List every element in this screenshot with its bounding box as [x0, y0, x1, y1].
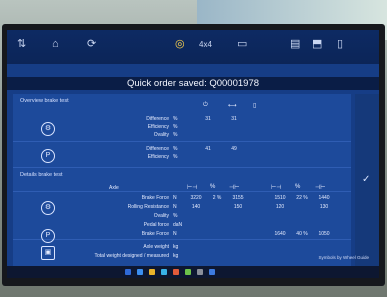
overview-value-1a: 31 [205, 116, 211, 122]
refresh-icon[interactable]: ⟳ [87, 38, 96, 50]
axle-rear-icon: ⊣⊢ [229, 185, 240, 191]
app-icon[interactable] [173, 269, 179, 275]
footer-note: Symbols by Wheel Guide [318, 255, 369, 260]
details-unit-6: kg [173, 244, 179, 250]
separator [13, 239, 351, 240]
details-cell: 120 [275, 204, 285, 210]
details-label-pedal-force: Pedal force [143, 222, 169, 228]
top-toolbar: ⇅ ⌂ ⟳ ◎ 4x4 ▭ ▤ ⬒ ▯ [7, 30, 379, 64]
overview-title: Overview brake test [20, 98, 69, 104]
details-unit-4: daN [173, 222, 183, 228]
app-icon[interactable] [185, 269, 191, 275]
folder-icon[interactable] [149, 269, 155, 275]
speed-icon: ⏻ [203, 102, 208, 108]
export-icon[interactable]: ⬒ [312, 38, 322, 50]
browser-icon[interactable] [161, 269, 167, 275]
battery-icon: ▯ [253, 103, 257, 109]
details-cell: 1510 [274, 195, 286, 201]
banner-message: Quick order saved: Q00001978 [126, 78, 260, 89]
details-label-ovality: Ovality [153, 213, 169, 219]
overview-label-difference-1: Difference [146, 116, 169, 122]
details-cell: 130 [319, 204, 329, 210]
axle2-rear-icon: ⊣⊢ [315, 185, 326, 191]
overview-unit-5: % [173, 154, 178, 160]
check-icon[interactable]: ✓ [362, 174, 370, 185]
details-cell: 1640 [274, 231, 286, 237]
wheel-slider-icon: ⟷ [228, 103, 237, 109]
overview-unit-3: % [173, 132, 178, 138]
overview-value-4b: 49 [231, 146, 237, 152]
status-banner: Quick order saved: Q00001978 [7, 77, 379, 90]
details-cell: 3155 [232, 195, 244, 201]
parking-brake-detail-icon: P [41, 229, 55, 243]
monitor-screen: ⇅ ⌂ ⟳ ◎ 4x4 ▭ ▤ ⬒ ▯ Quick order saved: Q… [7, 30, 379, 278]
start-icon[interactable] [125, 269, 131, 275]
mode-4x4-label[interactable]: 4x4 [199, 39, 212, 51]
overview-unit-2: % [173, 124, 178, 130]
brake-disc-icon: ⚙ [41, 122, 55, 136]
details-unit-1: N [173, 195, 177, 201]
details-cell: 140 [191, 204, 201, 210]
parking-brake-icon: P [41, 149, 55, 163]
separator [13, 191, 351, 192]
car-lift-icon[interactable]: ⌂ [52, 38, 59, 50]
details-label-brake-force: Brake Force [141, 195, 169, 201]
app-icon[interactable] [209, 269, 215, 275]
details-cell: 3220 [190, 195, 202, 201]
axle-front-icon: ⊢⊣ [187, 185, 198, 191]
overview-unit-4: % [173, 146, 178, 152]
photo-scene: ⇅ ⌂ ⟳ ◎ 4x4 ▭ ▤ ⬒ ▯ Quick order saved: Q… [0, 0, 387, 297]
details-unit-2: N [173, 204, 177, 210]
overview-value-1b: 31 [231, 116, 237, 122]
percent2-header: % [295, 184, 301, 190]
overview-label-efficiency-2: Efficiency [147, 154, 169, 160]
details-cell: 2 % [212, 195, 222, 201]
details-label-axle-weight: Axle weight [143, 244, 169, 250]
brake-disc-detail-icon: ⚙ [41, 201, 55, 215]
overview-label-difference-2: Difference [146, 146, 169, 152]
report-icon[interactable]: ▤ [290, 38, 300, 50]
details-cell: 1440 [318, 195, 330, 201]
details-cell: 40 % [296, 231, 308, 237]
brake-test-panel: Overview brake test ⏻ ⟷ ▯ Difference % 3… [13, 94, 351, 272]
details-unit-3: % [173, 213, 178, 219]
overview-value-4a: 41 [205, 146, 211, 152]
overview-label-efficiency-1: Efficiency [147, 124, 169, 130]
details-cell: 22 % [296, 195, 308, 201]
axle2-front-icon: ⊢⊣ [271, 185, 282, 191]
vehicle-icon[interactable]: ⇅ [17, 38, 26, 50]
printer-icon[interactable]: ▭ [237, 38, 247, 50]
overview-label-ovality: Ovality [153, 132, 169, 138]
details-cell: 150 [233, 204, 243, 210]
brake-test-icon[interactable]: ◎ [175, 38, 185, 50]
separator [13, 141, 351, 142]
details-title: Details brake test [20, 172, 63, 178]
details-label-total-weight: Total weight designed / measured [94, 253, 170, 259]
details-label-rolling-resistance: Rolling Resistance [127, 204, 169, 210]
overview-unit-1: % [173, 116, 178, 122]
separator [13, 167, 351, 168]
search-icon[interactable] [137, 269, 143, 275]
right-rail: ✓ [355, 94, 379, 272]
percent-header: % [210, 184, 216, 190]
details-unit-7: kg [173, 253, 179, 259]
details-label-brake-force-parking: Brake Force [141, 231, 169, 237]
taskbar [7, 266, 379, 278]
weight-icon: ▣ [41, 246, 55, 260]
details-unit-5: N [173, 231, 177, 237]
device-icon[interactable]: ▯ [337, 38, 343, 50]
details-cell: 1050 [318, 231, 330, 237]
app-icon[interactable] [197, 269, 203, 275]
